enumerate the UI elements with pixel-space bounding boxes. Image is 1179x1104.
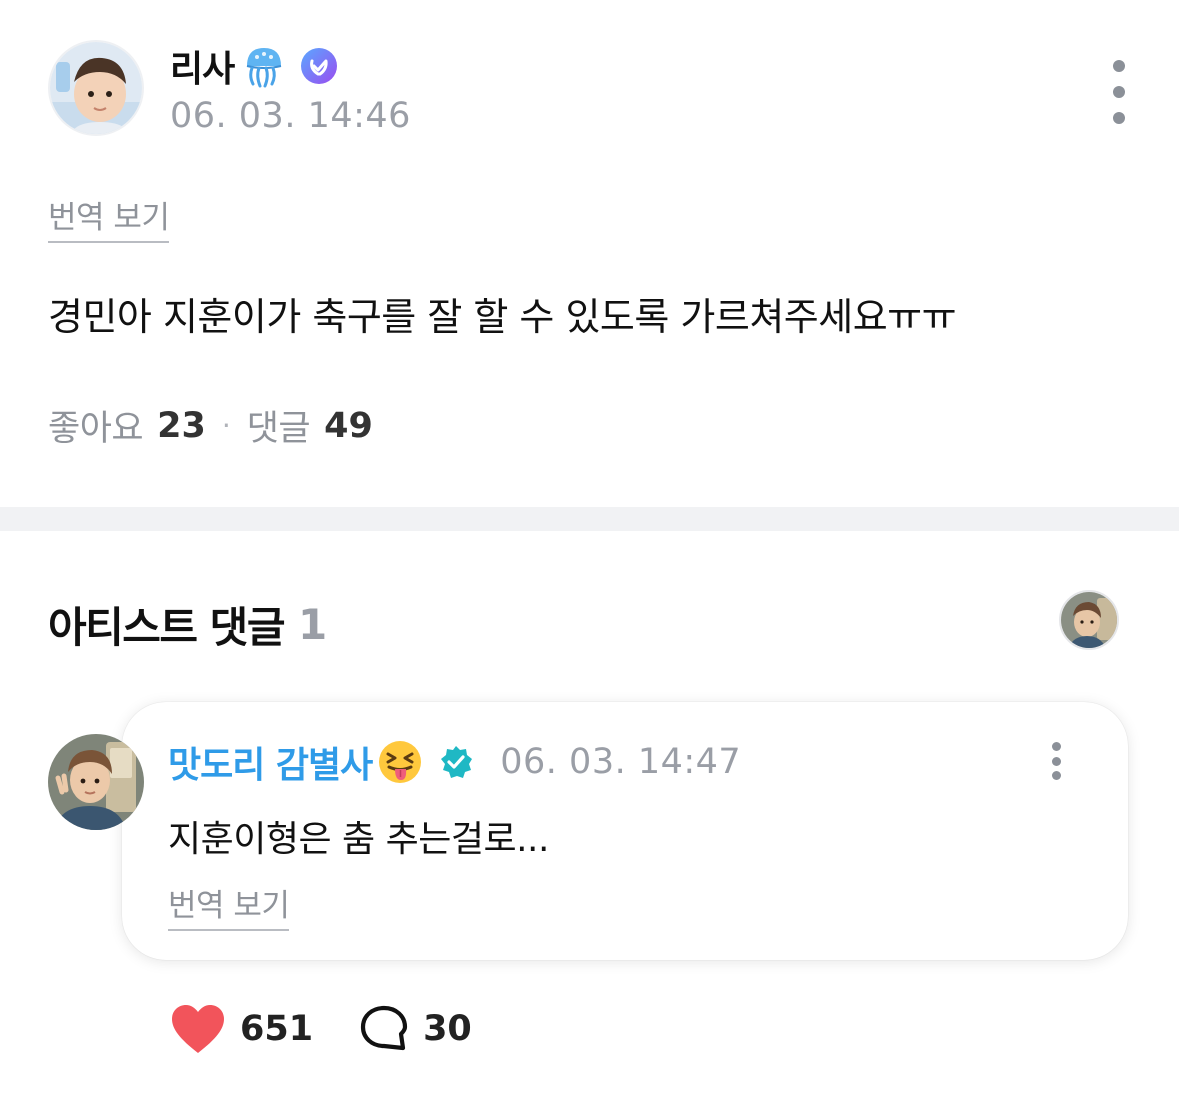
dot-icon xyxy=(1113,112,1125,124)
comment-text: 지훈이형은 춤 추는걸로... xyxy=(168,819,549,860)
dot-icon xyxy=(1113,60,1125,72)
post-body-text: 경민아 지훈이가 축구를 잘 할 수 있도록 가르쳐주세요ㅠㅠ xyxy=(48,295,957,339)
verified-badge-icon xyxy=(301,48,338,84)
likes-count[interactable]: 23 xyxy=(157,406,206,446)
like-button[interactable]: 651 xyxy=(170,1003,313,1055)
stats-separator: · xyxy=(221,409,231,442)
artist-comments-title: 아티스트 댓글 1 xyxy=(48,594,327,655)
comment-timestamp: 06. 03. 14:47 xyxy=(500,742,742,782)
like-count: 651 xyxy=(240,1009,314,1049)
reply-button[interactable]: 30 xyxy=(359,1004,472,1054)
more-options-button[interactable] xyxy=(1104,60,1134,124)
dot-icon xyxy=(1051,742,1061,751)
translate-button[interactable]: 번역 보기 xyxy=(48,192,170,243)
dot-icon xyxy=(1051,756,1061,766)
author-avatar[interactable] xyxy=(48,40,144,136)
dot-icon xyxy=(1113,86,1125,98)
author-row: 리사 xyxy=(170,42,338,90)
post-header: 리사 06. 03. 14:46 xyxy=(48,40,1138,140)
comment-actions: 651 30 xyxy=(170,1000,472,1058)
comment-translate-button[interactable]: 번역 보기 xyxy=(168,880,290,931)
artist-comment-card: 맛도리 감별사 06. 03. 14:47 지훈이형은 춤 추는걸로... 번역… xyxy=(122,702,1128,960)
squinting-face-with-tongue-icon xyxy=(379,741,422,783)
artist-avatar-small[interactable] xyxy=(1059,590,1119,650)
post-detail-page: 리사 06. 03. 14:46 번역 보기 경민아 지훈이가 축구를 잘 할 … xyxy=(0,0,1179,1104)
author-name[interactable]: 리사 xyxy=(170,40,235,92)
jellyfish-icon xyxy=(247,48,282,88)
post-stats: 좋아요 23 · 댓글 49 xyxy=(48,400,373,451)
comment-more-options-button[interactable] xyxy=(1044,742,1068,780)
comments-label[interactable]: 댓글 xyxy=(247,400,311,451)
comment-bubble-icon xyxy=(360,1005,408,1051)
section-count: 1 xyxy=(297,600,327,649)
verified-badge-icon xyxy=(441,746,473,778)
comment-header: 맛도리 감별사 06. 03. 14:47 xyxy=(168,736,741,788)
comment-author-name[interactable]: 맛도리 감별사 xyxy=(168,736,373,788)
likes-label[interactable]: 좋아요 xyxy=(48,400,144,451)
post-timestamp: 06. 03. 14:46 xyxy=(170,96,411,136)
reply-count: 30 xyxy=(423,1009,472,1049)
comment-author-avatar[interactable] xyxy=(48,734,144,830)
section-divider xyxy=(0,507,1179,531)
dot-icon xyxy=(1051,771,1061,780)
section-title-label: 아티스트 댓글 xyxy=(48,603,285,652)
heart-icon xyxy=(172,1005,224,1053)
comments-count[interactable]: 49 xyxy=(324,406,373,446)
